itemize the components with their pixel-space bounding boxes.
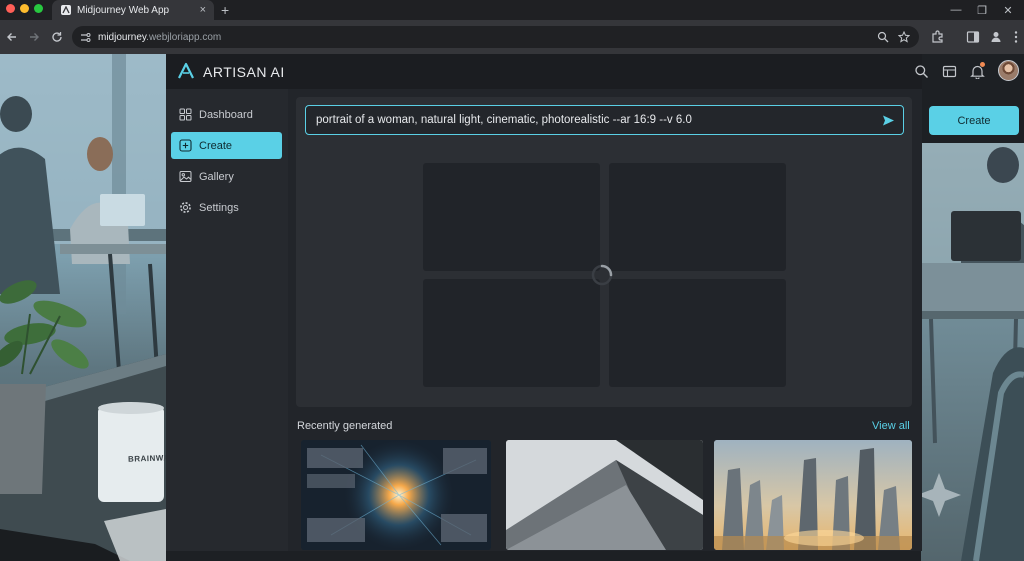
restore-icon[interactable]: ❐ — [976, 4, 988, 17]
image-placeholder-1 — [423, 163, 600, 271]
forward-button[interactable] — [26, 29, 42, 45]
forward-arrow-icon — [30, 33, 39, 41]
image-placeholder-4 — [609, 279, 786, 387]
avatar[interactable] — [998, 60, 1019, 81]
futuristic-city-thumbnail[interactable] — [714, 440, 912, 550]
tab-title: Midjourney Web App — [77, 4, 170, 16]
prompt-input[interactable]: portrait of a woman, natural light, cine… — [305, 105, 904, 135]
plus-square-icon — [179, 139, 192, 152]
loading-spinner-icon — [591, 264, 613, 286]
sidebar-item-label: Settings — [199, 201, 239, 214]
generation-panel: portrait of a woman, natural light, cine… — [296, 97, 912, 407]
image-icon — [179, 171, 192, 182]
image-placeholder-2 — [609, 163, 786, 271]
reload-icon — [52, 32, 62, 42]
tab-close-icon[interactable]: × — [200, 4, 206, 16]
maximize-window-dot[interactable] — [34, 4, 43, 13]
back-arrow-icon — [7, 33, 16, 41]
gear-icon — [180, 202, 191, 213]
grid-icon — [179, 108, 192, 121]
cards-icon[interactable] — [942, 64, 957, 79]
window-traffic-lights — [6, 4, 43, 13]
site-info-icon[interactable] — [80, 32, 91, 43]
send-icon[interactable] — [882, 114, 895, 127]
url-domain: .webjloriapp.com — [146, 31, 222, 43]
office-scene-illustration — [0, 54, 166, 561]
office-background-right — [921, 143, 1024, 561]
url-text: midjourney.webjloriapp.com — [98, 32, 221, 43]
close-icon[interactable]: ✕ — [1002, 4, 1014, 17]
cosmic-network-image — [301, 440, 491, 550]
cosmic-network-thumbnail[interactable] — [301, 440, 491, 550]
sidebar-item-gallery[interactable]: Gallery — [171, 163, 282, 190]
mug-label: BRAINWA — [127, 453, 166, 464]
zoom-icon[interactable] — [877, 31, 889, 43]
minimize-icon[interactable]: — — [950, 4, 962, 16]
bookmark-star-icon[interactable] — [898, 31, 910, 43]
artisan-logo-icon — [178, 62, 194, 79]
sidebar-item-create[interactable]: Create — [171, 132, 282, 159]
sidebar-item-label: Dashboard — [199, 108, 253, 121]
sidebar-item-label: Gallery — [199, 170, 234, 183]
profile-icon[interactable] — [988, 29, 1004, 45]
notification-badge — [980, 62, 985, 67]
image-placeholder-3 — [423, 279, 600, 387]
url-host: midjourney — [98, 31, 147, 43]
prompt-text: portrait of a woman, natural light, cine… — [316, 114, 692, 126]
side-panel-icon[interactable] — [965, 29, 981, 45]
browser-tab-strip: Midjourney Web App × + — ❐ ✕ — [0, 0, 1024, 20]
page-favicon-icon — [61, 5, 71, 15]
browser-menu-icon[interactable] — [1008, 29, 1024, 45]
reload-button[interactable] — [49, 29, 65, 45]
sidebar-item-label: Create — [199, 139, 233, 152]
browser-tab[interactable]: Midjourney Web App × — [52, 0, 214, 20]
close-window-dot[interactable] — [6, 4, 15, 13]
office-background-left: BRAINWA — [0, 54, 166, 561]
back-button[interactable] — [4, 29, 20, 45]
new-tab-button[interactable]: + — [221, 2, 229, 18]
search-icon[interactable] — [914, 64, 929, 79]
view-all-link[interactable]: View all — [872, 420, 910, 432]
sidebar-item-dashboard[interactable]: Dashboard — [171, 101, 282, 128]
abstract-architecture-image — [506, 440, 703, 550]
browser-toolbar: midjourney.webjloriapp.com — [0, 20, 1024, 54]
recently-generated-heading: Recently generated — [297, 420, 393, 432]
sidebar-item-settings[interactable]: Settings — [171, 194, 282, 221]
address-bar[interactable]: midjourney.webjloriapp.com — [72, 26, 919, 48]
extensions-icon[interactable] — [930, 29, 946, 45]
create-button[interactable]: Create — [929, 106, 1019, 135]
futuristic-city-image — [714, 440, 912, 550]
app-header: ARTISAN AI — [166, 54, 922, 89]
window-controls: — ❐ ✕ — [950, 0, 1020, 20]
brand-name: ARTISAN AI — [203, 64, 285, 80]
sidebar: Dashboard Create Gallery Settings — [166, 89, 288, 551]
app-window: ARTISAN AI Dashboard Create Gallery Sett… — [166, 54, 922, 551]
abstract-architecture-thumbnail[interactable] — [506, 440, 703, 550]
minimize-window-dot[interactable] — [20, 4, 29, 13]
office-scene-right-illustration — [921, 143, 1024, 561]
